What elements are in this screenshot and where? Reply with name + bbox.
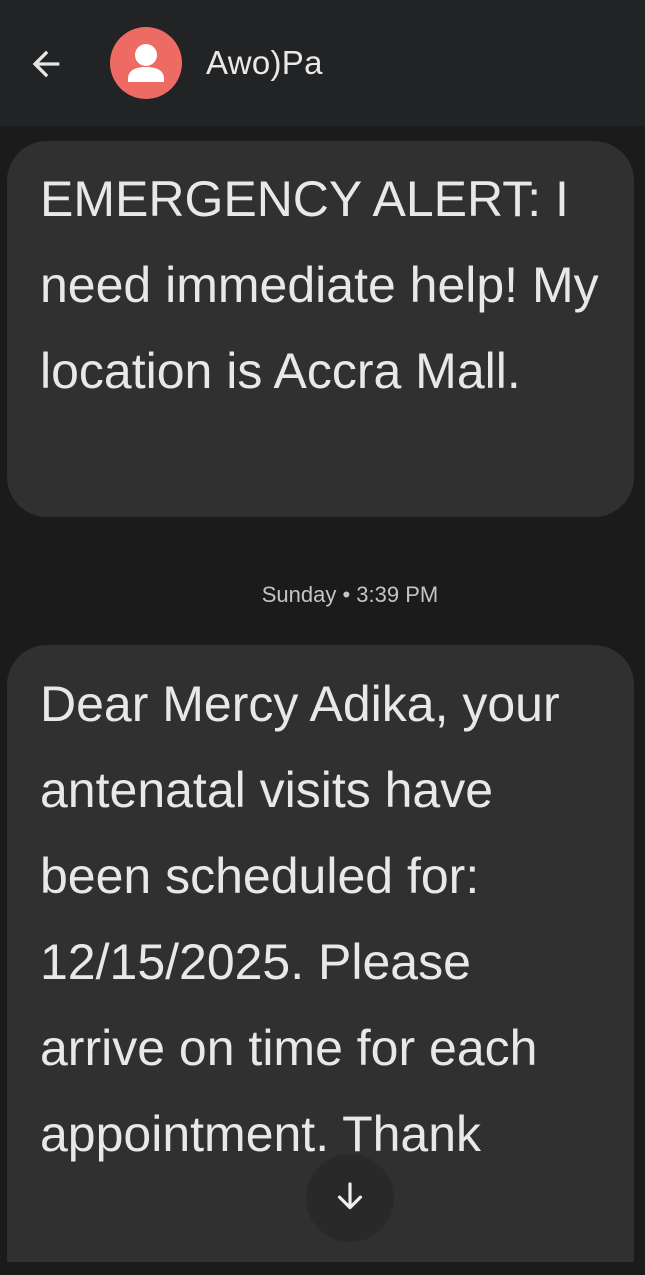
person-icon — [128, 44, 164, 82]
back-button[interactable] — [20, 38, 72, 90]
avatar[interactable] — [110, 27, 182, 99]
arrow-left-icon — [32, 50, 60, 78]
scroll-to-bottom-button[interactable] — [306, 1154, 394, 1242]
top-app-bar: Awo)Pa — [0, 0, 645, 126]
message-timestamp: Sunday • 3:39 PM — [261, 582, 439, 607]
message-text: Dear Mercy Adika, your antenatal visits … — [40, 676, 560, 1162]
message-text: EMERGENCY ALERT: I need immediate help! … — [40, 171, 599, 399]
arrow-down-icon — [337, 1182, 363, 1210]
conversation-screen: Awo)Pa EMERGENCY ALERT: I need immediate… — [0, 0, 645, 1275]
message-bubble[interactable]: EMERGENCY ALERT: I need immediate help! … — [7, 141, 634, 517]
contact-name: Awo)Pa — [206, 44, 323, 81]
bottom-edge — [0, 1262, 645, 1275]
